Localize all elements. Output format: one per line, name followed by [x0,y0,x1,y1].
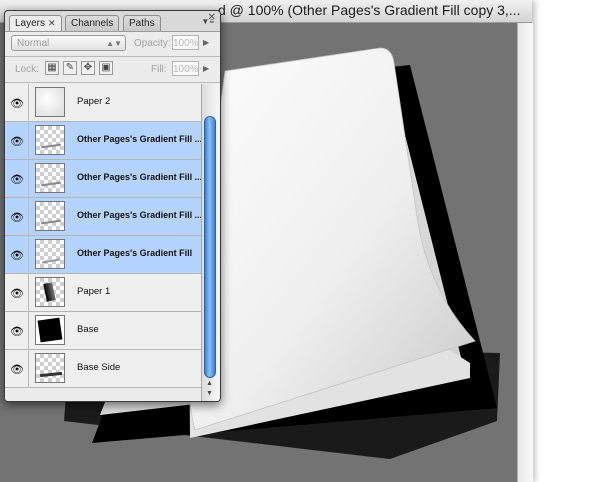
layer-row[interactable]: 👁 Other Pages's Gradient Fill [5,236,201,274]
layer-row[interactable]: 👁 Other Pages's Gradient Fill ... [5,198,201,236]
layer-row[interactable]: 👁 Base Side [5,350,201,388]
layer-thumbnail [35,201,65,231]
layer-thumbnail [35,277,65,307]
scroll-down-arrow-icon[interactable]: ▼ [206,390,213,397]
visibility-toggle[interactable]: 👁 [5,84,29,122]
eye-icon[interactable]: 👁 [10,173,24,186]
opacity-arrow-icon[interactable]: ▶ [203,38,209,47]
eye-icon[interactable]: 👁 [10,287,24,300]
layers-list: 👁 Paper 2 👁 Other Pages's Gradient Fill … [5,84,201,401]
tab-close-icon[interactable]: ✕ [48,18,56,28]
lock-label: Lock: [15,64,39,75]
palette-divider [5,56,220,57]
layer-name: Other Pages's Gradient Fill ... [77,172,201,182]
layer-row[interactable]: 👁 Paper 2 [5,84,201,122]
eye-icon[interactable]: 👁 [10,249,24,262]
blend-mode-arrow-icon: ▲▼ [106,39,122,48]
tab-layers-label: Layers [15,18,46,29]
layer-thumbnail [35,315,65,345]
layer-thumbnail [35,87,65,117]
scroll-up-arrow-icon[interactable]: ▲ [206,380,213,387]
opacity-label: Opacity: [134,38,171,49]
tab-channels-label: Channels [71,18,114,29]
layer-thumbnail [35,239,65,269]
layer-row[interactable]: 👁 Base [5,312,201,350]
palette-menu-icon[interactable]: ▼≡ [201,17,214,26]
visibility-toggle[interactable]: 👁 [5,160,29,198]
layer-row[interactable]: 👁 Paper 1 [5,274,201,312]
eye-icon[interactable]: 👁 [10,97,24,110]
scrollbar-thumb[interactable] [204,116,216,378]
eye-icon[interactable]: 👁 [10,211,24,224]
fill-input[interactable]: 100% [172,61,199,76]
layers-palette: ✕ Layers ✕ Channels Paths ▼≡ Normal ▲▼ Op… [4,10,221,402]
visibility-toggle[interactable]: 👁 [5,350,29,388]
visibility-toggle[interactable]: 👁 [5,312,29,350]
palette-body: Normal ▲▼ Opacity: 100% ▶ Lock: ▦ ✎ ✥ ▣ … [5,31,220,401]
layer-name: Other Pages's Gradient Fill ... [77,134,201,144]
visibility-toggle[interactable]: 👁 [5,236,29,274]
layer-name: Paper 1 [77,286,111,297]
document-title: d @ 100% (Other Pages's Gradient Fill co… [218,2,521,18]
eye-icon[interactable]: 👁 [10,363,24,376]
eye-icon[interactable]: 👁 [10,325,24,338]
visibility-toggle[interactable]: 👁 [5,198,29,236]
tab-channels[interactable]: Channels [65,15,120,31]
layer-row[interactable]: 👁 Other Pages's Gradient Fill ... [5,122,201,160]
document-vertical-scrollbar[interactable] [517,23,533,482]
fill-arrow-icon[interactable]: ▶ [203,64,209,73]
layer-row[interactable]: 👁 Other Pages's Gradient Fill ... [5,160,201,198]
tab-layers[interactable]: Layers ✕ [9,15,62,31]
tab-paths-label: Paths [129,18,155,29]
layer-thumbnail [35,163,65,193]
layer-name: Other Pages's Gradient Fill ... [77,210,201,220]
visibility-toggle[interactable]: 👁 [5,274,29,312]
blend-mode-value: Normal [17,38,50,49]
lock-transparent-pixels-icon[interactable]: ▦ [45,61,59,75]
layer-name: Paper 2 [77,96,111,107]
layer-thumbnail [35,125,65,155]
tab-paths[interactable]: Paths [123,15,161,31]
layer-name: Base Side [77,362,121,373]
palette-divider [5,82,220,83]
lock-position-icon[interactable]: ✥ [81,61,95,75]
layer-name: Other Pages's Gradient Fill [77,248,193,258]
layer-name: Base [77,324,99,335]
layer-thumbnail [35,353,65,383]
opacity-input[interactable]: 100% [172,35,199,50]
visibility-toggle[interactable]: 👁 [5,122,29,160]
lock-all-icon[interactable]: ▣ [99,61,113,75]
eye-icon[interactable]: 👁 [10,135,24,148]
layers-scrollbar[interactable]: ▲ ▼ [201,84,219,401]
fill-label: Fill: [151,64,167,75]
blend-mode-select[interactable]: Normal ▲▼ [11,35,126,51]
lock-image-pixels-icon[interactable]: ✎ [63,61,77,75]
